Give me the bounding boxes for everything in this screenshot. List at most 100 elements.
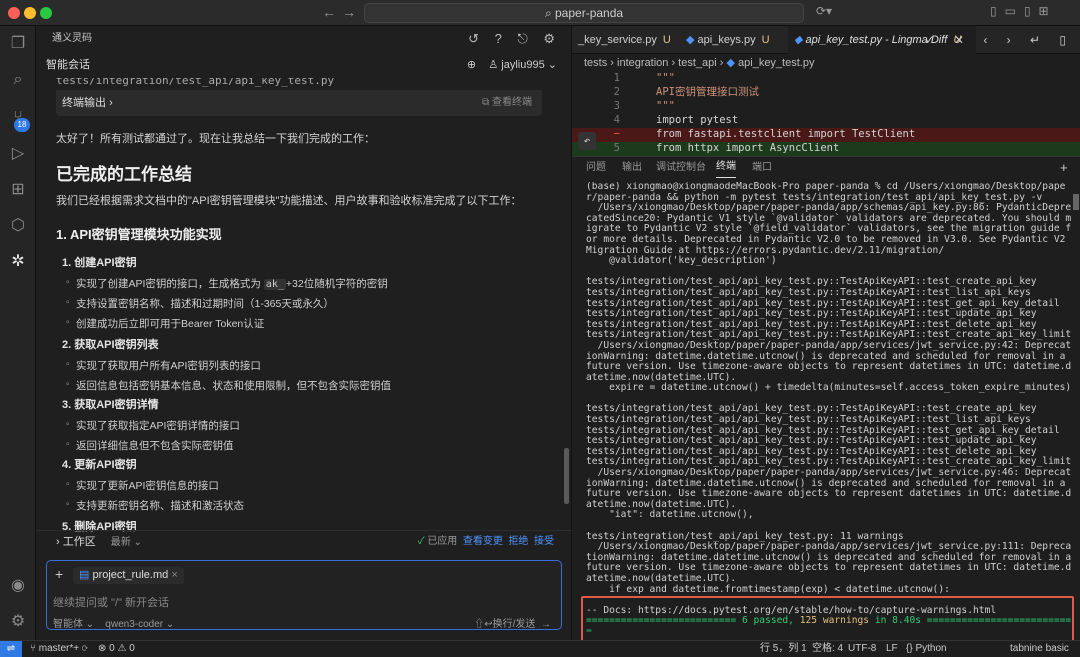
item-title: 2. 获取API密钥列表 (62, 339, 159, 351)
item-title: 4. 更新API密钥 (62, 459, 137, 471)
account-icon[interactable]: ◉ (6, 574, 30, 598)
tab-debug-console[interactable]: 调试控制台 (656, 157, 706, 179)
tab-api-keys[interactable]: ◆ api_keys.py U (680, 26, 784, 54)
tab-key-service[interactable]: _key_service.py U (572, 26, 676, 54)
eol-status[interactable]: LF (886, 641, 898, 656)
list-item: 实现了创建API密钥的接口，生成格式为 ak_+32位随机字符的密钥 (66, 276, 388, 291)
breadcrumb: tests › integration › test_api › ◆ api_k… (584, 57, 815, 69)
error-icon: ⊗ (98, 643, 110, 654)
editor-tabs: _key_service.py U ◆ api_keys.py U ◆ api_ke… (572, 26, 1080, 54)
tab-output[interactable]: 输出 (622, 157, 642, 179)
chevron-down-icon[interactable]: ⌄ (548, 59, 557, 71)
explorer-icon[interactable]: ❐ (6, 32, 30, 56)
back-arrow-icon[interactable]: ← (322, 4, 336, 20)
add-context-icon[interactable]: + (55, 566, 63, 582)
code-line: 4 import pytest (613, 114, 739, 126)
input-toolbar: 智能体 ⌄ qwen3-coder ⌄ ⇧↩换行/发送 → (53, 619, 551, 630)
terminal-output-card[interactable]: 终端输出 › ⧉ 查看终端 (56, 90, 542, 116)
remote-icon[interactable]: ⬡ (6, 214, 30, 238)
reject-button[interactable]: 拒绝 (508, 536, 528, 547)
minimize-window-button[interactable] (24, 7, 36, 19)
maximize-window-button[interactable] (40, 7, 52, 19)
encoding-status[interactable]: UTF-8 (848, 641, 876, 656)
status-bar: ⇌ ⑂ master*+ ⟳ ⊗ 0 ⚠ 0 行 5，列 1 空格: 4 UTF… (0, 640, 1080, 657)
copilot-icon[interactable]: ⟳▾ (816, 4, 832, 18)
deleted-line: − from fastapi.testclient import TestClie… (572, 128, 1080, 142)
accept-button[interactable]: 接受 (534, 536, 554, 547)
mode-select[interactable]: 智能体 (53, 619, 83, 630)
latest-filter[interactable]: 最新 (111, 537, 131, 548)
editor-area: _key_service.py U ◆ api_keys.py U ◆ api_ke… (572, 26, 1080, 640)
sync-icon: ⟳ (81, 643, 88, 654)
cursor-position[interactable]: 行 5，列 1 (760, 641, 807, 656)
language-status[interactable]: {} Python (906, 641, 947, 656)
code-line: 2 API密钥管理接口测试 (613, 86, 759, 98)
title-bar: ← → ⌕ paper-panda ⟳▾ ▯▭▯⊞ (0, 0, 1080, 26)
indent-status[interactable]: 空格: 4 (812, 641, 843, 656)
chevron-right-icon[interactable]: › (56, 536, 63, 548)
tab-problems[interactable]: 问题 (586, 157, 606, 179)
terminal-line: /Users/xiongmao/Desktop/paper/paper-pand… (586, 202, 1072, 256)
revert-icon[interactable]: ↶ (578, 132, 596, 150)
forward-arrow-icon[interactable]: → (342, 4, 356, 20)
problems-status[interactable]: ⊗ 0 ⚠ 0 (98, 641, 135, 656)
username[interactable]: jayliu995 (501, 59, 544, 71)
run-debug-icon[interactable]: ▷ (6, 142, 30, 166)
python-icon: ◆ (686, 34, 698, 46)
new-terminal-icon[interactable]: + (1060, 157, 1068, 179)
user-icon: ♙ (488, 59, 502, 71)
chat-input-placeholder[interactable]: 继续提问或 "/" 新开会话 (53, 594, 169, 610)
section-heading: 1. API密钥管理模块功能实现 (56, 227, 222, 242)
extensions-icon[interactable]: ⊞ (6, 178, 30, 202)
attachment-chip[interactable]: ▤ project_rule.md × (73, 567, 184, 584)
layout-icons[interactable]: ▯▭▯⊞ (990, 4, 1057, 18)
search-icon: ⌕ (544, 6, 555, 20)
file-icon: ▤ (79, 569, 93, 581)
terminal-scrollbar[interactable] (1073, 194, 1079, 210)
chat-panel: 通义灵码 ↺ ? ⎋ ⚙ 智能会话 ⊕ ♙ jayliu995 ⌄ tests/… (36, 26, 572, 640)
source-control-badge: 18 (14, 118, 30, 132)
terminal-line: /Users/xiongmao/Desktop/paper/paper-pand… (586, 467, 1072, 510)
chevron-right-icon: › (109, 97, 113, 109)
branch-status[interactable]: ⑂ master*+ ⟳ (30, 641, 88, 656)
view-changes-button[interactable]: 查看变更 (463, 536, 503, 547)
intro-text: 太好了！所有测试都通过了。现在让我总结一下我们完成的工作： (56, 133, 375, 145)
code-snippet: tests/integration/test_api/api_key_test.… (56, 78, 335, 87)
new-chat-icon[interactable]: ⊕ (467, 59, 476, 71)
tab-actions[interactable]: ✓ ✕ ‹ › ↵ ▯ (925, 26, 1074, 54)
check-icon: ✓ (417, 536, 425, 547)
remote-icon[interactable]: ⇌ (0, 641, 22, 657)
warning-icon: ⚠ (117, 643, 130, 654)
list-item: 支持更新密钥名称、描述和激活状态 (66, 498, 244, 513)
terminal-line: if exp and datetime.fromtimestamp(exp) <… (586, 583, 950, 595)
settings-gear-icon[interactable]: ⚙ (6, 610, 30, 634)
chat-input-box[interactable]: + ▤ project_rule.md × 继续提问或 "/" 新开会话 智能体… (46, 560, 562, 630)
chat-scrollbar[interactable] (564, 448, 569, 504)
terminal-output[interactable]: (base) xiongmao@xiongmaodeMacBook-Pro pa… (586, 182, 1074, 632)
chat-subheader: 智能会话 ⊕ ♙ jayliu995 ⌄ (36, 52, 571, 78)
send-hint: 换行/发送 (492, 619, 536, 630)
item-title: 3. 获取API密钥详情 (62, 399, 159, 411)
tabnine-status[interactable]: tabnine basic (1010, 641, 1069, 656)
close-window-button[interactable] (8, 7, 20, 19)
tab-ports[interactable]: 端口 (752, 157, 772, 179)
lingma-icon[interactable]: ✲ (6, 250, 30, 274)
send-arrow-icon[interactable]: → (541, 619, 551, 630)
chat-header-icons[interactable]: ↺ ? ⎋ ⚙ (468, 26, 561, 52)
summary-desc: 我们已经根据需求文档中的"API密钥管理模块"功能描述、用户故事和验收标准完成了… (56, 195, 522, 207)
model-select[interactable]: qwen3-coder (105, 619, 163, 630)
tab-terminal[interactable]: 终端 (716, 157, 736, 178)
search-icon[interactable]: ⌕ (6, 68, 30, 92)
open-terminal-icon: ⧉ (482, 97, 492, 108)
item-title: 1. 创建API密钥 (62, 257, 137, 269)
applied-label: 已应用 (427, 536, 458, 547)
view-terminal-link[interactable]: 查看终端 (492, 97, 532, 108)
python-icon: ◆ (726, 57, 735, 69)
remove-icon[interactable]: × (171, 569, 177, 581)
terminal-line: @validator('key_description') (586, 255, 777, 267)
command-search-box[interactable]: ⌕ paper-panda (364, 3, 804, 23)
activity-bar: ❐ ⌕ ⑂ 18 ▷ ⊞ ⬡ ✲ ◉ ⚙ (0, 26, 36, 640)
workspace-label[interactable]: 工作区 (63, 536, 96, 548)
code-line: 1 """ (613, 72, 675, 84)
